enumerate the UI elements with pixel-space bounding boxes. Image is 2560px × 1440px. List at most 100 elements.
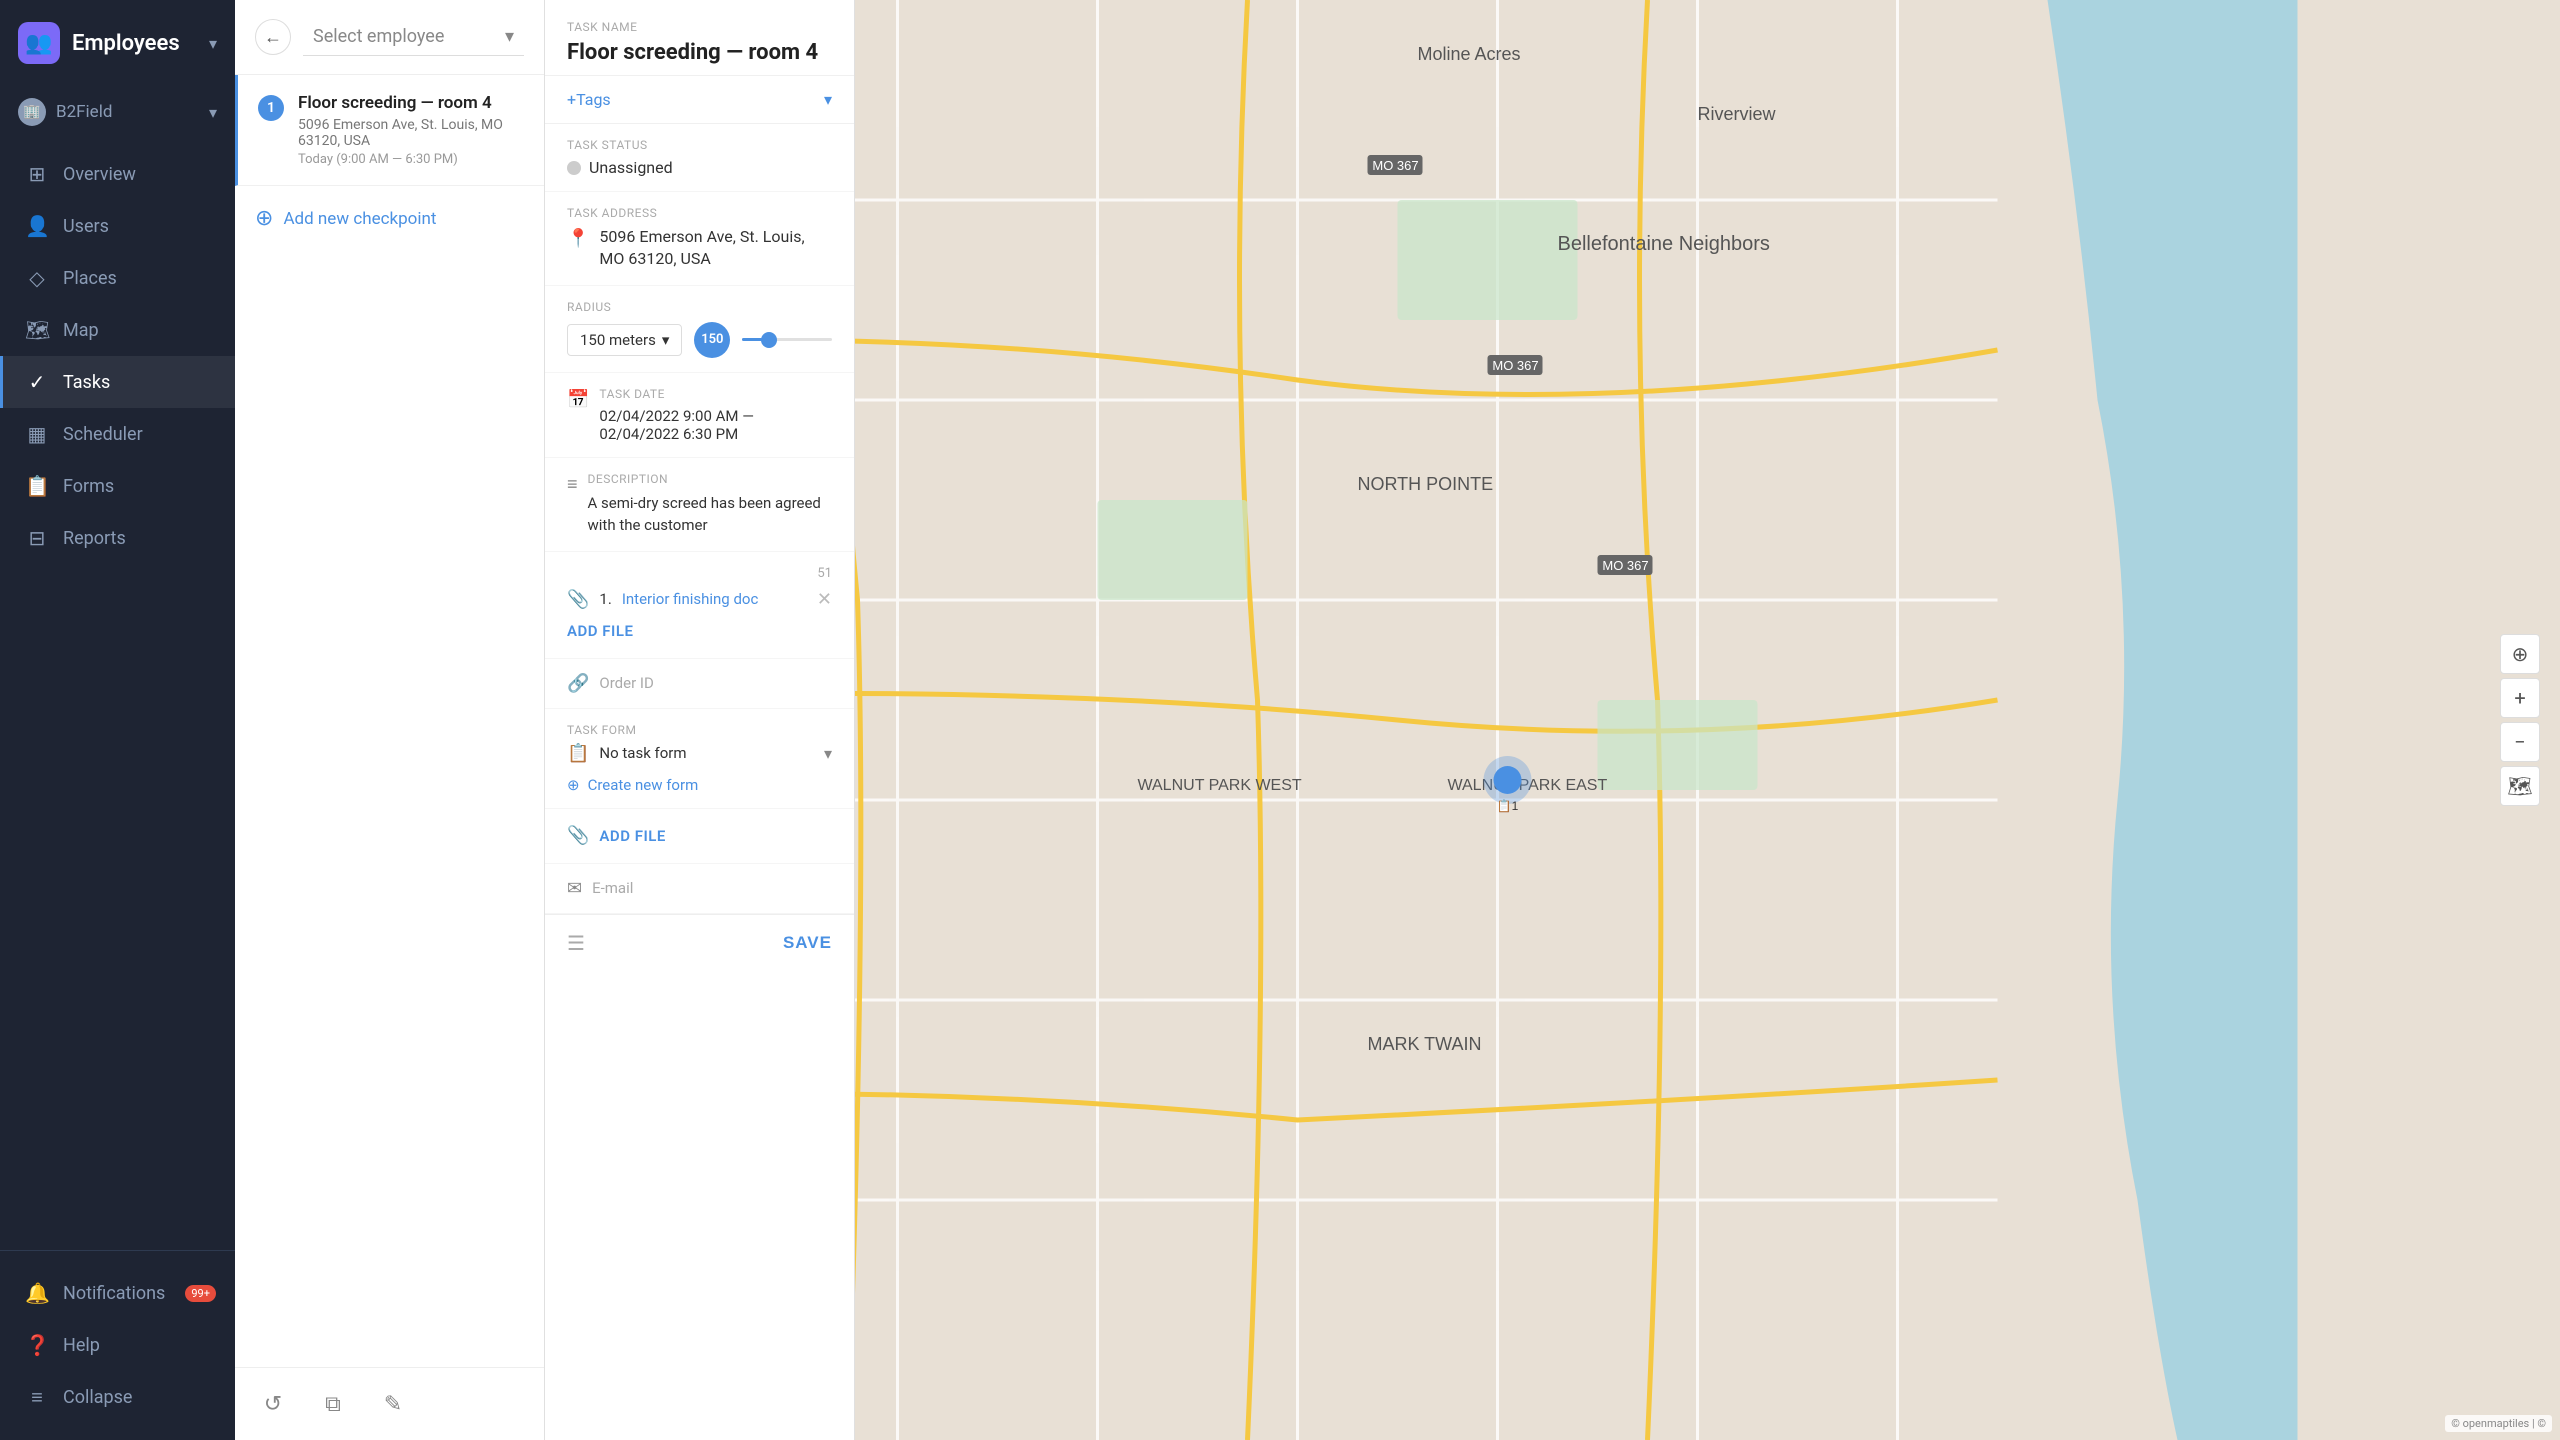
add-checkpoint-button[interactable]: ⊕ Add new checkpoint: [235, 186, 544, 251]
sidebar-item-label: Forms: [63, 476, 114, 497]
sidebar-header: 👥 Employees ▾: [0, 0, 235, 86]
radius-slider[interactable]: [742, 330, 832, 350]
task-date-text: 02/04/2022 9:00 AM — 02/04/2022 6:30 PM: [599, 407, 832, 443]
task-form-label: Task form: [567, 723, 832, 737]
sidebar-title-arrow: ▾: [209, 34, 217, 53]
sidebar-item-overview[interactable]: ⊞ Overview: [0, 148, 235, 200]
employee-select[interactable]: Select employee ▾: [303, 18, 524, 56]
task-status-text: Unassigned: [589, 158, 673, 177]
sidebar-item-label: Reports: [63, 528, 126, 549]
employee-select-placeholder: Select employee: [313, 26, 444, 47]
refresh-icon: ↺: [264, 1392, 282, 1417]
sidebar-item-places[interactable]: ◇ Places: [0, 252, 235, 304]
description-label: Description: [588, 472, 832, 486]
sidebar-item-help[interactable]: ❓ Help: [0, 1319, 235, 1371]
copy-button[interactable]: ⧉: [315, 1386, 351, 1422]
map-controls: ⊕ + − 🗺: [2500, 634, 2540, 806]
task-name-label: Task name: [567, 20, 832, 34]
task-status-value: Unassigned: [567, 158, 832, 177]
notifications-label: Notifications: [63, 1283, 165, 1304]
task-date-row: 📅 Task date 02/04/2022 9:00 AM — 02/04/2…: [545, 373, 854, 458]
order-id-placeholder: Order ID: [599, 674, 653, 692]
sidebar-item-notifications[interactable]: 🔔 Notifications 99+: [0, 1267, 235, 1319]
radius-controls: 150 meters ▾ 150: [567, 322, 832, 358]
main-content: Moline Acres Riverview Bellefontaine Nei…: [235, 0, 2560, 1440]
checkpoint-address: 5096 Emerson Ave, St. Louis, MO 63120, U…: [298, 117, 524, 149]
radius-slider-thumb[interactable]: [761, 332, 777, 348]
sidebar-item-collapse[interactable]: ≡ Collapse: [0, 1371, 235, 1424]
detail-panel: Task name Floor screeding — room 4 +Tags…: [545, 0, 855, 1440]
checkpoint-item[interactable]: 1 Floor screeding — room 4 5096 Emerson …: [235, 75, 544, 186]
map-layers-btn[interactable]: 🗺: [2500, 766, 2540, 806]
add-file-button-1[interactable]: ADD FILE: [567, 618, 832, 644]
collapse-icon: ≡: [25, 1385, 49, 1410]
create-form-label: Create new form: [588, 776, 699, 794]
radius-row: Radius 150 meters ▾ 150: [545, 286, 854, 373]
edit-icon: ✎: [384, 1392, 402, 1417]
task-form-arrow-icon: ▾: [824, 744, 832, 763]
detail-footer: ☰ SAVE: [545, 914, 854, 971]
map-location-btn[interactable]: ⊕: [2500, 634, 2540, 674]
scheduler-icon: ▦: [25, 422, 49, 446]
places-icon: ◇: [25, 266, 49, 290]
checkpoint-time: Today (9:00 AM — 6:30 PM): [298, 152, 524, 167]
overview-icon: ⊞: [25, 162, 49, 186]
file-name[interactable]: Interior finishing doc: [622, 590, 807, 608]
order-id-row[interactable]: 🔗 Order ID: [545, 659, 854, 709]
notifications-icon: 🔔: [25, 1281, 49, 1305]
map-zoom-in-btn[interactable]: +: [2500, 678, 2540, 718]
svg-text:MO 367: MO 367: [1492, 358, 1538, 373]
sidebar-item-forms[interactable]: 📋 Forms: [0, 460, 235, 512]
org-icon: 🏢: [18, 98, 46, 126]
save-button[interactable]: SAVE: [783, 933, 832, 953]
task-date-label: Task date: [599, 387, 832, 401]
task-date-section: Task date 02/04/2022 9:00 AM — 02/04/202…: [599, 387, 832, 443]
form-select-icon: 📋: [567, 743, 589, 764]
map-attribution: © openmaptiles | ©: [2445, 1415, 2552, 1432]
sidebar-item-label: Map: [63, 320, 99, 341]
edit-button[interactable]: ✎: [375, 1386, 411, 1422]
tasks-icon: ✓: [25, 370, 49, 394]
sidebar-org[interactable]: 🏢 B2Field ▾: [0, 86, 235, 138]
sidebar-item-label: Users: [63, 216, 109, 237]
sidebar-nav: ⊞ Overview 👤 Users ◇ Places 🗺 Map ✓ Task…: [0, 138, 235, 1250]
file-number: 1.: [599, 590, 611, 608]
footer-list-icon[interactable]: ☰: [567, 931, 585, 955]
sidebar-item-map[interactable]: 🗺 Map: [0, 304, 235, 356]
radius-value: 150 meters: [580, 331, 656, 349]
task-status-row: Task status Unassigned: [545, 124, 854, 192]
map-zoom-out-btn[interactable]: −: [2500, 722, 2540, 762]
add-file-button-2[interactable]: ADD FILE: [599, 823, 665, 849]
task-status-label: Task status: [567, 138, 832, 152]
description-icon: ≡: [567, 474, 578, 537]
create-form-button[interactable]: ⊕ Create new form: [567, 776, 832, 794]
description-row: ≡ Description A semi-dry screed has been…: [545, 458, 854, 552]
sidebar-item-label: Scheduler: [63, 424, 143, 445]
task-form-row: Task form 📋 No task form ▾ ⊕ Create new …: [545, 709, 854, 809]
task-form-select[interactable]: 📋 No task form ▾: [567, 743, 832, 764]
email-row[interactable]: ✉ E-mail: [545, 864, 854, 914]
checkpoint-info: Floor screeding — room 4 5096 Emerson Av…: [298, 93, 524, 167]
sidebar-item-users[interactable]: 👤 Users: [0, 200, 235, 252]
file-item: 📎 1. Interior finishing doc ✕: [567, 589, 832, 610]
char-count: 51: [567, 566, 832, 581]
tags-section[interactable]: +Tags ▾: [545, 76, 854, 124]
calendar-icon: 📅: [567, 389, 589, 443]
sidebar-item-scheduler[interactable]: ▦ Scheduler: [0, 408, 235, 460]
add-file-row-2[interactable]: 📎 ADD FILE: [545, 809, 854, 864]
tags-arrow-icon: ▾: [824, 90, 832, 109]
back-button[interactable]: ←: [255, 19, 291, 55]
sidebar-item-tasks[interactable]: ✓ Tasks: [0, 356, 235, 408]
checkpoint-number: 1: [258, 95, 284, 121]
refresh-button[interactable]: ↺: [255, 1386, 291, 1422]
paperclip-icon: 📎: [567, 589, 589, 610]
left-panel: ← Select employee ▾ 1 Floor screeding — …: [235, 0, 545, 1440]
radius-select[interactable]: 150 meters ▾: [567, 324, 682, 356]
description-text: A semi-dry screed has been agreed with t…: [588, 492, 832, 537]
radius-badge: 150: [694, 322, 730, 358]
help-label: Help: [63, 1335, 100, 1356]
file-remove-button[interactable]: ✕: [817, 589, 832, 610]
sidebar-title: Employees: [72, 31, 180, 56]
radius-label: Radius: [567, 300, 832, 314]
sidebar-item-reports[interactable]: ⊟ Reports: [0, 512, 235, 564]
